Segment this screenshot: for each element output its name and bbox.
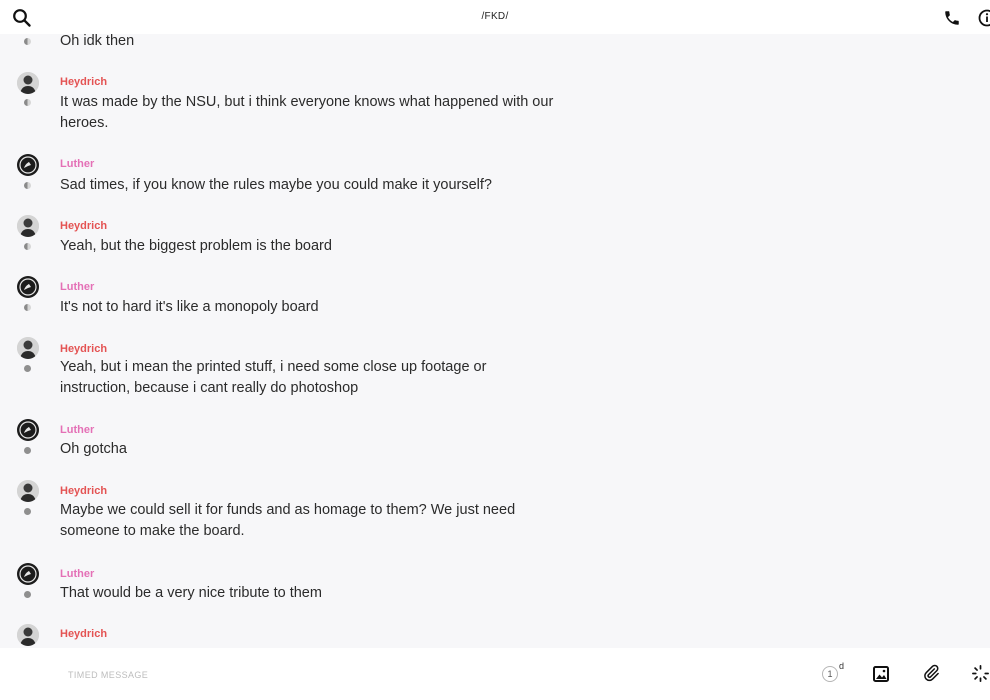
phone-icon[interactable] <box>943 9 961 27</box>
user-avatar-icon <box>17 337 39 359</box>
user-avatar-icon <box>17 563 39 585</box>
avatar[interactable] <box>17 215 39 237</box>
avatar[interactable] <box>17 337 39 359</box>
delivered-status-icon <box>24 447 31 454</box>
message-input[interactable] <box>66 664 670 686</box>
message-text: Maybe we could sell it for funds and as … <box>60 502 516 539</box>
avatar[interactable] <box>17 72 39 94</box>
sender-name[interactable]: Luther <box>60 158 94 170</box>
sender-name[interactable]: Heydrich <box>60 485 107 497</box>
image-icon[interactable] <box>872 665 890 683</box>
delivered-status-icon <box>24 365 31 372</box>
message-text: Sad times, if you know the rules maybe y… <box>60 177 492 193</box>
paperclip-icon[interactable] <box>922 664 940 682</box>
read-status-icon <box>24 243 31 250</box>
info-icon[interactable] <box>978 9 990 27</box>
avatar[interactable] <box>17 624 39 646</box>
loading-icon[interactable] <box>971 664 990 683</box>
sender-name[interactable]: Heydrich <box>60 343 107 355</box>
timer-button[interactable]: 1 d <box>821 661 847 685</box>
avatar[interactable] <box>17 154 39 176</box>
message-list[interactable]: Oh idk then Heydrich It was made by the … <box>0 34 990 648</box>
sender-name[interactable]: Heydrich <box>60 628 107 640</box>
user-avatar-icon <box>17 276 39 298</box>
read-status-icon <box>24 182 31 189</box>
message-composer: 1 d <box>0 648 990 700</box>
delivered-status-icon <box>24 508 31 515</box>
delivered-status-icon <box>24 591 31 598</box>
message-text: Yeah, but the biggest problem is the boa… <box>60 238 332 254</box>
user-avatar-icon <box>17 154 39 176</box>
timer-value: 1 <box>822 666 838 682</box>
read-status-icon <box>24 38 31 45</box>
avatar[interactable] <box>17 276 39 298</box>
user-avatar-icon <box>17 480 39 502</box>
sender-name[interactable]: Luther <box>60 568 94 580</box>
message-text: Oh gotcha <box>60 441 127 457</box>
message-text: It's not to hard it's like a monopoly bo… <box>60 299 319 315</box>
avatar[interactable] <box>17 419 39 441</box>
user-avatar-icon <box>17 419 39 441</box>
avatar[interactable] <box>17 563 39 585</box>
message-text: Oh idk then <box>60 34 135 49</box>
sender-name[interactable]: Luther <box>60 281 94 293</box>
message-text: It was made by the NSU, but i think ever… <box>60 94 554 131</box>
sender-name[interactable]: Heydrich <box>60 76 107 88</box>
message-text: That would be a very nice tribute to the… <box>60 585 322 601</box>
sender-name[interactable]: Heydrich <box>60 220 107 232</box>
read-status-icon <box>24 99 31 106</box>
user-avatar-icon <box>17 72 39 94</box>
sender-name[interactable]: Luther <box>60 424 94 436</box>
user-avatar-icon <box>17 624 39 646</box>
user-avatar-icon <box>17 215 39 237</box>
read-status-icon <box>24 304 31 311</box>
message-text: Yeah, but i mean the printed stuff, i ne… <box>60 359 487 396</box>
chat-title: /FKD/ <box>481 11 509 22</box>
timer-unit: d <box>839 661 845 671</box>
avatar[interactable] <box>17 480 39 502</box>
chat-header: /FKD/ <box>0 0 990 34</box>
